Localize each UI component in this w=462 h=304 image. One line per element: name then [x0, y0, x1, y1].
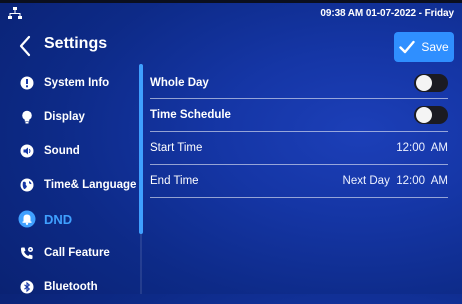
- page-title: Settings: [44, 35, 108, 52]
- save-button[interactable]: Save: [394, 32, 454, 62]
- sidebar-scrollbar[interactable]: [139, 64, 143, 234]
- whole-day-toggle[interactable]: [414, 74, 448, 92]
- whole-day-row: Whole Day: [150, 67, 448, 99]
- status-bar: 09:38 AM 01-07-2022 - Friday: [0, 0, 462, 26]
- sidebar-item-display[interactable]: Display: [0, 100, 140, 134]
- end-time-label: End Time: [150, 175, 199, 187]
- info-icon: [20, 76, 34, 90]
- whole-day-label: Whole Day: [150, 77, 209, 89]
- bluetooth-icon: [20, 280, 34, 294]
- start-time-value[interactable]: 12:00 AM: [396, 142, 448, 154]
- bulb-icon: [22, 110, 32, 124]
- sidebar-item-bluetooth[interactable]: Bluetooth: [0, 270, 140, 304]
- sidebar-item-system-info[interactable]: System Info: [0, 66, 140, 100]
- sidebar-item-label: Bluetooth: [44, 281, 98, 293]
- start-time-label: Start Time: [150, 142, 203, 154]
- bell-icon: [18, 210, 36, 228]
- sidebar-item-label: Display: [44, 111, 85, 123]
- sidebar-item-label: Sound: [44, 145, 80, 157]
- back-chevron-icon[interactable]: [18, 35, 32, 57]
- end-time-value[interactable]: Next Day 12:00 AM: [343, 175, 448, 187]
- sidebar-item-dnd[interactable]: DND: [0, 202, 140, 236]
- header: Settings Save: [0, 26, 462, 66]
- time-schedule-toggle[interactable]: [414, 106, 448, 124]
- divider: [150, 197, 448, 198]
- sidebar-item-label: Call Feature: [44, 247, 110, 259]
- toggle-knob: [416, 107, 432, 123]
- sidebar-item-label: DND: [44, 211, 73, 227]
- start-time-row[interactable]: Start Time 12:00 AM: [150, 132, 448, 164]
- speaker-icon: [20, 144, 34, 158]
- phone-settings-icon: [21, 247, 33, 259]
- network-icon: [8, 7, 22, 19]
- sidebar-item-label: System Info: [44, 77, 110, 89]
- sidebar-item-label: Time& Language: [44, 179, 137, 191]
- sidebar-item-call-feature[interactable]: Call Feature: [0, 236, 140, 270]
- checkmark-icon: [399, 40, 416, 54]
- sidebar-item-time-language[interactable]: Time& Language: [0, 168, 140, 202]
- settings-sidebar: System Info Display Sound Time& Language: [0, 66, 140, 294]
- save-button-label: Save: [421, 40, 449, 54]
- globe-icon: [20, 178, 34, 192]
- toggle-knob: [416, 75, 432, 91]
- sidebar-item-sound[interactable]: Sound: [0, 134, 140, 168]
- datetime-display: 09:38 AM 01-07-2022 - Friday: [320, 7, 454, 19]
- time-schedule-row: Time Schedule: [150, 99, 448, 131]
- time-schedule-label: Time Schedule: [150, 109, 231, 121]
- end-time-row[interactable]: End Time Next Day 12:00 AM: [150, 165, 448, 197]
